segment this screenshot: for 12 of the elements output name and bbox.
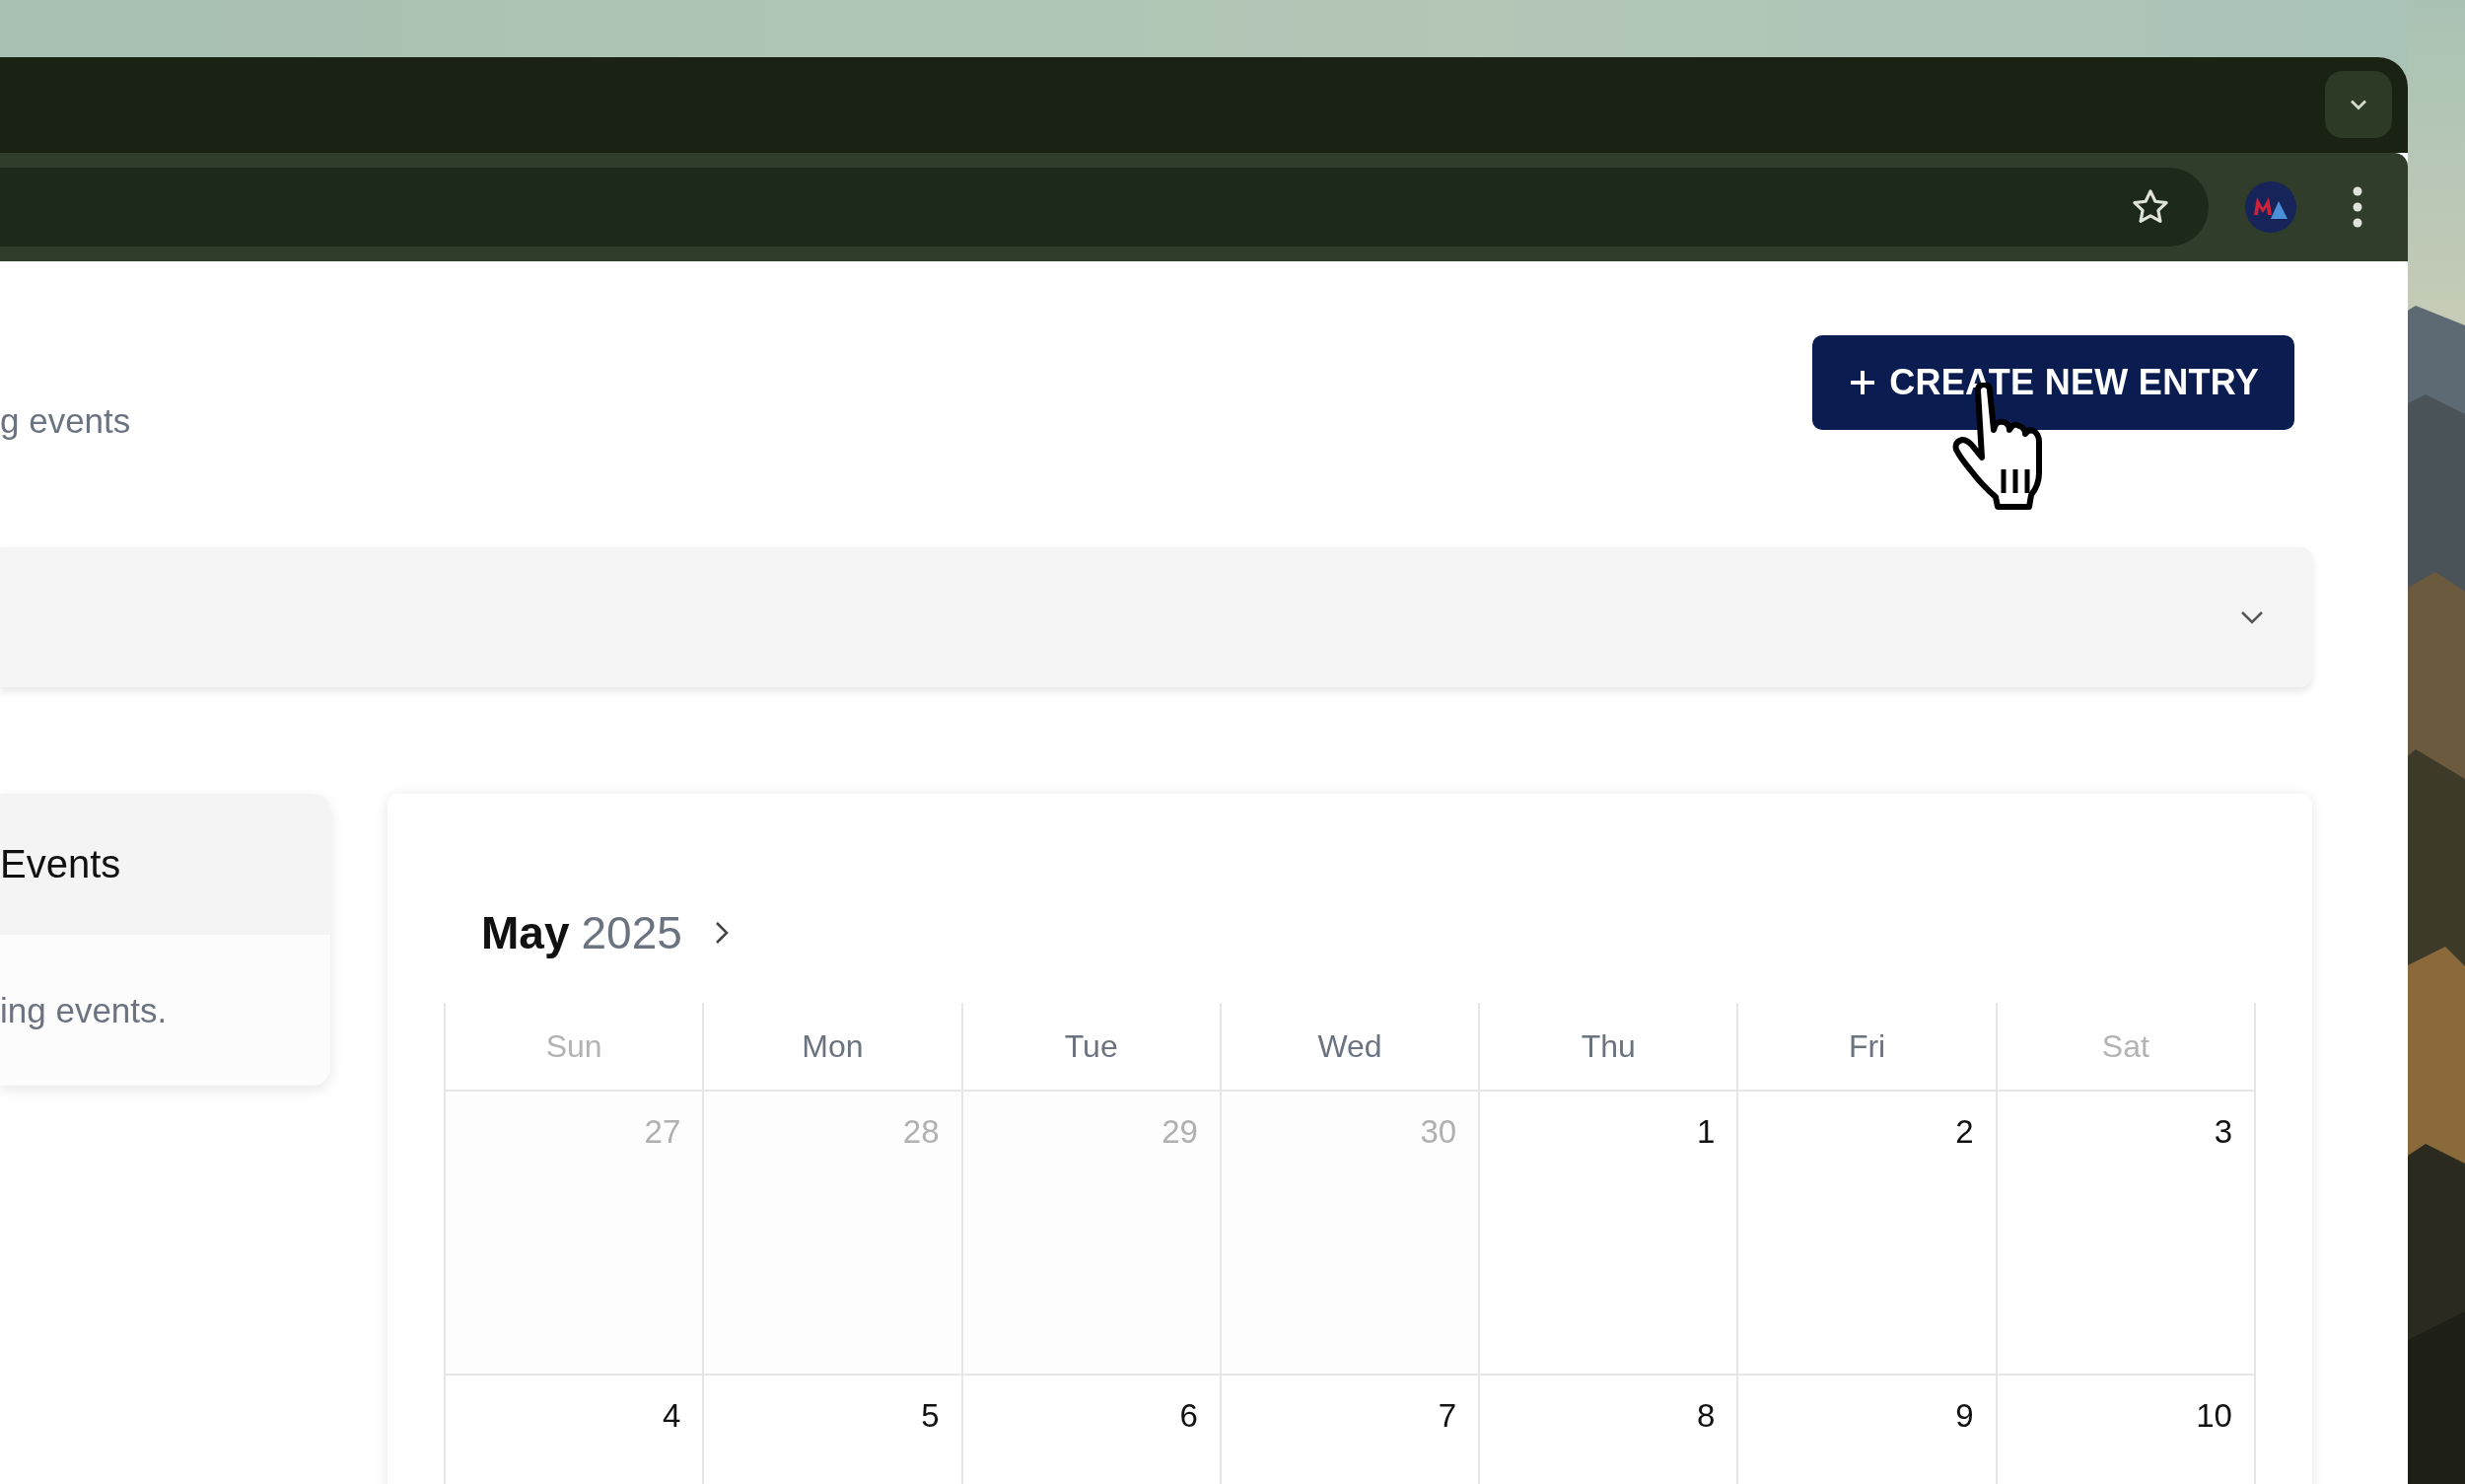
year-label: 2025 <box>581 906 682 959</box>
day-cell[interactable]: 3 <box>1997 1092 2256 1376</box>
day-cell[interactable]: 2 <box>1738 1092 1998 1376</box>
card-title: Events <box>0 842 121 886</box>
empty-message: ing events. <box>0 990 168 1030</box>
next-month-icon[interactable] <box>713 920 730 946</box>
month-label: May <box>481 906 570 959</box>
page-subtitle: g events <box>0 401 131 441</box>
menu-icon[interactable] <box>2351 185 2364 229</box>
profile-avatar-icon[interactable] <box>2245 181 2296 233</box>
day-cell[interactable]: 1 <box>1480 1092 1739 1376</box>
create-entry-button[interactable]: CREATE NEW ENTRY <box>1812 335 2294 430</box>
